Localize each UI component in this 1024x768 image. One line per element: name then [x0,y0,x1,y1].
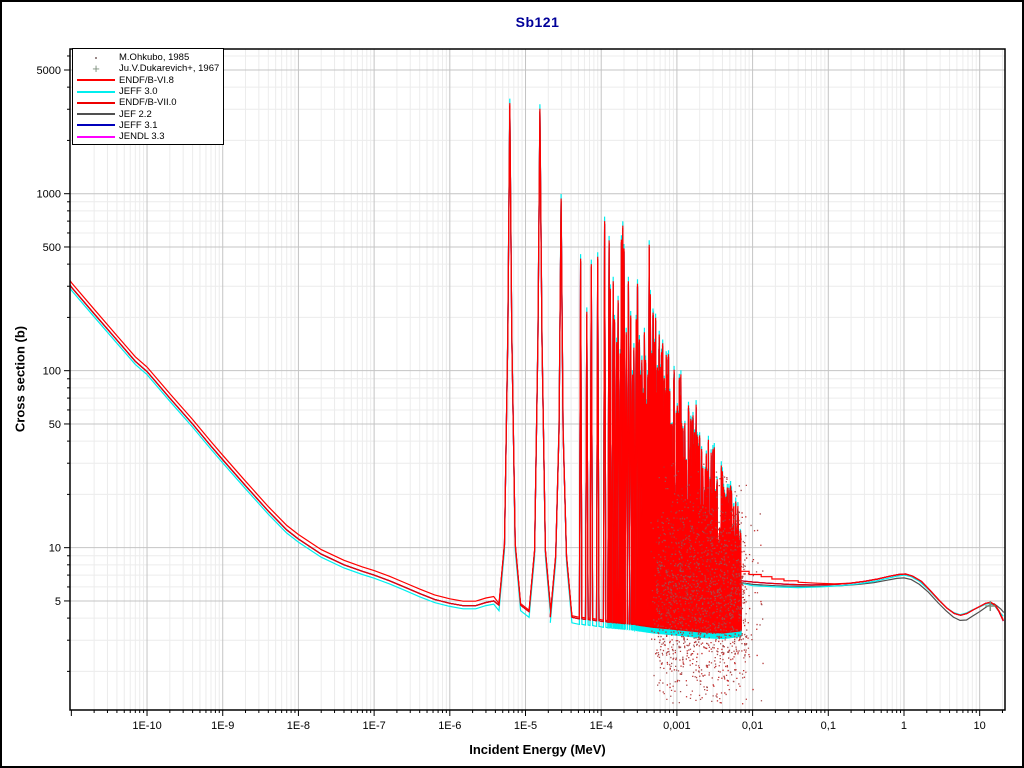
legend-item: ENDF/B-VII.0 [73,97,223,108]
x-tick-label: 1E-9 [211,720,234,732]
legend-marker-line-icon [73,131,119,142]
x-tick-label: 1E-8 [287,720,310,732]
y-tick-label: 1000 [37,189,61,201]
legend-marker-plus-icon: + [92,60,100,76]
x-tick-label: 0,01 [742,720,763,732]
y-tick-label: 5 [55,596,61,608]
series-jeff-3-0 [706,562,1004,617]
x-tick-label: 10 [974,720,986,732]
x-tick-label: 1 [901,720,907,732]
y-tick-label: 50 [49,419,61,431]
x-tick-label: 1E-4 [590,720,613,732]
legend-marker-line-icon [73,108,119,119]
legend-marker-line-icon [73,120,119,131]
x-tick-label: 0,1 [821,720,836,732]
chart-title: Sb121 [515,14,560,30]
legend-item: JEFF 3.0 [73,86,223,97]
legend-label: ENDF/B-VI.8 [119,74,174,86]
y-tick-label: 5000 [37,65,61,77]
legend-label: JENDL 3.3 [119,131,165,143]
x-tick-label: 1E-5 [514,720,537,732]
legend-item: + Ju.V.Dukarevich+, 1967 [73,60,223,76]
x-axis-title: Incident Energy (MeV) [469,742,606,757]
legend-marker-line-icon [73,75,119,86]
legend-label: JEF 2.2 [119,108,152,120]
x-tick-label: 0,001 [663,720,691,732]
series-curves [70,98,1005,640]
legend-box: M.Ohkubo, 1985 + Ju.V.Dukarevich+, 1967 END… [72,48,224,145]
legend-label: JEFF 3.1 [119,119,158,131]
y-tick-label: 10 [49,543,61,555]
legend-label: Ju.V.Dukarevich+, 1967 [119,63,220,75]
app-window: Sb121 1E-10 1E-9 1E-8 1E-7 1E-6 1E-5 1E-4 0,001… [0,0,1024,768]
series-endf-b-vi-8 [70,103,742,633]
series-endf-b-vi-8 [740,570,1004,621]
legend-label: JEFF 3.0 [119,86,158,98]
x-tick-label: 1E-10 [132,720,161,732]
y-axis-title: Cross section (b) [12,325,28,433]
x-tick-label: 1E-7 [362,720,385,732]
legend-item: JEFF 3.1 [73,120,223,131]
legend-marker-line-icon [73,86,119,97]
y-tick-label: 100 [43,366,61,378]
axis-ticks [64,55,1003,716]
series-jef-2-2 [712,570,1005,622]
legend-marker-line-icon [73,97,119,108]
legend-label: ENDF/B-VII.0 [119,97,177,109]
legend-label: M.Ohkubo, 1985 [119,52,190,64]
legend-item: JENDL 3.3 [73,131,223,142]
y-tick-label: 500 [43,242,61,254]
legend-item: JEF 2.2 [73,108,223,120]
x-tick-label: 1E-6 [438,720,461,732]
legend-item: ENDF/B-VI.8 [73,75,223,86]
